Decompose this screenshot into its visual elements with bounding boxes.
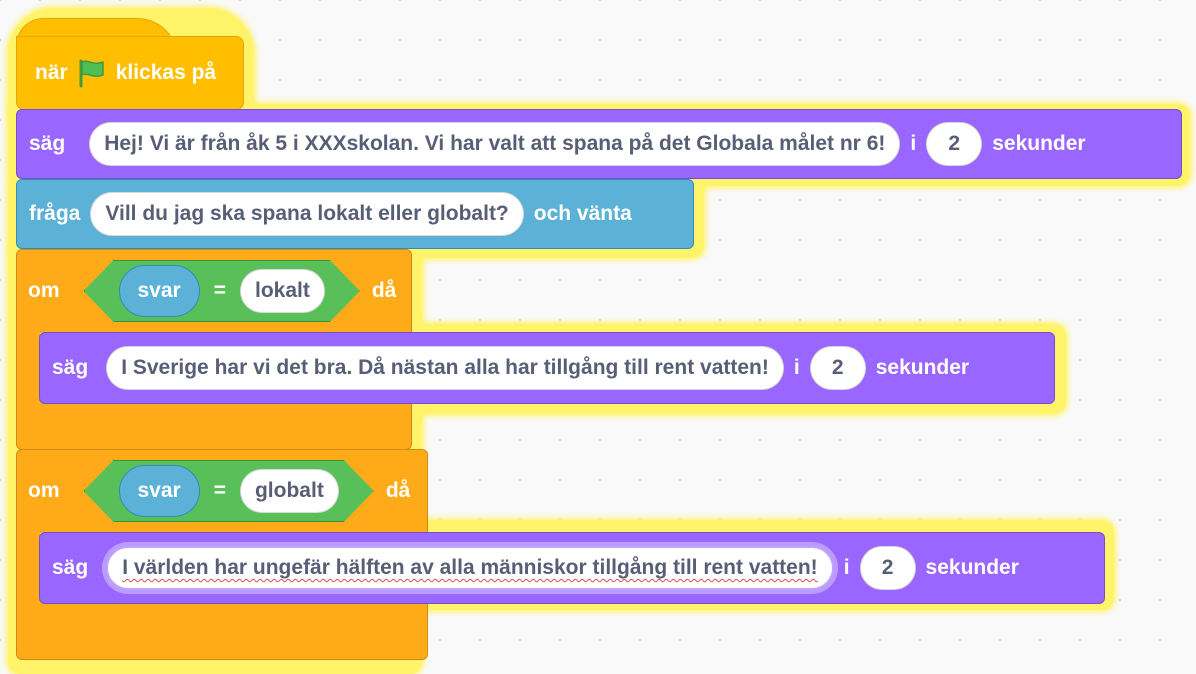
say-label: säg (29, 132, 66, 155)
if-label: om (28, 479, 60, 502)
ask-question-input[interactable]: Vill du jag ska spana lokalt eller globa… (90, 192, 524, 236)
seconds-label: sekunder (992, 132, 1086, 155)
green-flag-icon (76, 58, 108, 88)
if-block-2-arm (16, 531, 40, 605)
say-for-secs-block-3[interactable]: säg I världen har ungefär hälften av all… (39, 532, 1105, 604)
when-flag-clicked-block[interactable]: när klickas på (16, 36, 244, 110)
if-block-1-arm (16, 331, 40, 405)
hat-suffix: klickas på (115, 61, 217, 84)
compare-value-input-1[interactable]: lokalt (240, 269, 325, 313)
hat-prefix: när (35, 61, 68, 84)
equals-operator-2[interactable]: svar = globalt (84, 460, 374, 522)
say-message-input-2[interactable]: I Sverige har vi det bra. Då nästan alla… (106, 346, 784, 390)
equals-sign: = (213, 279, 226, 302)
seconds-input-1[interactable]: 2 (926, 122, 983, 166)
then-label: då (371, 279, 397, 302)
seconds-label: sekunder (925, 556, 1019, 579)
seconds-input-2[interactable]: 2 (809, 346, 866, 390)
if-block-1-bottom (16, 402, 412, 450)
say-label: säg (52, 356, 89, 379)
say-message-input-1[interactable]: Hej! Vi är från åk 5 i XXXskolan. Vi har… (89, 122, 901, 166)
say-for-secs-block-1[interactable]: säg Hej! Vi är från åk 5 i XXXskolan. Vi… (16, 109, 1182, 179)
in-label: i (843, 556, 850, 579)
say-label: säg (52, 556, 89, 579)
if-1-header: om svar = lokalt då (28, 260, 406, 322)
seconds-label: sekunder (875, 356, 970, 379)
say-for-secs-block-2[interactable]: säg I Sverige har vi det bra. Då nästan … (39, 332, 1055, 404)
compare-value-input-2[interactable]: globalt (240, 469, 339, 513)
then-label: då (385, 479, 411, 502)
equals-sign: = (213, 479, 226, 502)
seconds-input-3[interactable]: 2 (859, 546, 916, 590)
ask-label: fråga (29, 202, 81, 225)
in-label: i (910, 132, 917, 155)
equals-operator-1[interactable]: svar = lokalt (84, 260, 360, 322)
answer-reporter[interactable]: svar (119, 265, 200, 317)
if-2-header: om svar = globalt då (28, 460, 420, 522)
answer-reporter[interactable]: svar (119, 465, 200, 517)
if-block-2-bottom (16, 602, 428, 660)
if-label: om (28, 279, 60, 302)
in-label: i (793, 356, 800, 379)
say-message-text-3: I världen har ungefär hälften av alla mä… (122, 556, 818, 579)
script-stack[interactable]: när klickas på säg Hej! Vi är från åk 5 … (0, 0, 1196, 674)
and-wait-label: och vänta (533, 202, 632, 225)
say-message-input-3[interactable]: I världen har ungefär hälften av alla mä… (106, 546, 834, 590)
ask-and-wait-block[interactable]: fråga Vill du jag ska spana lokalt eller… (16, 179, 694, 249)
